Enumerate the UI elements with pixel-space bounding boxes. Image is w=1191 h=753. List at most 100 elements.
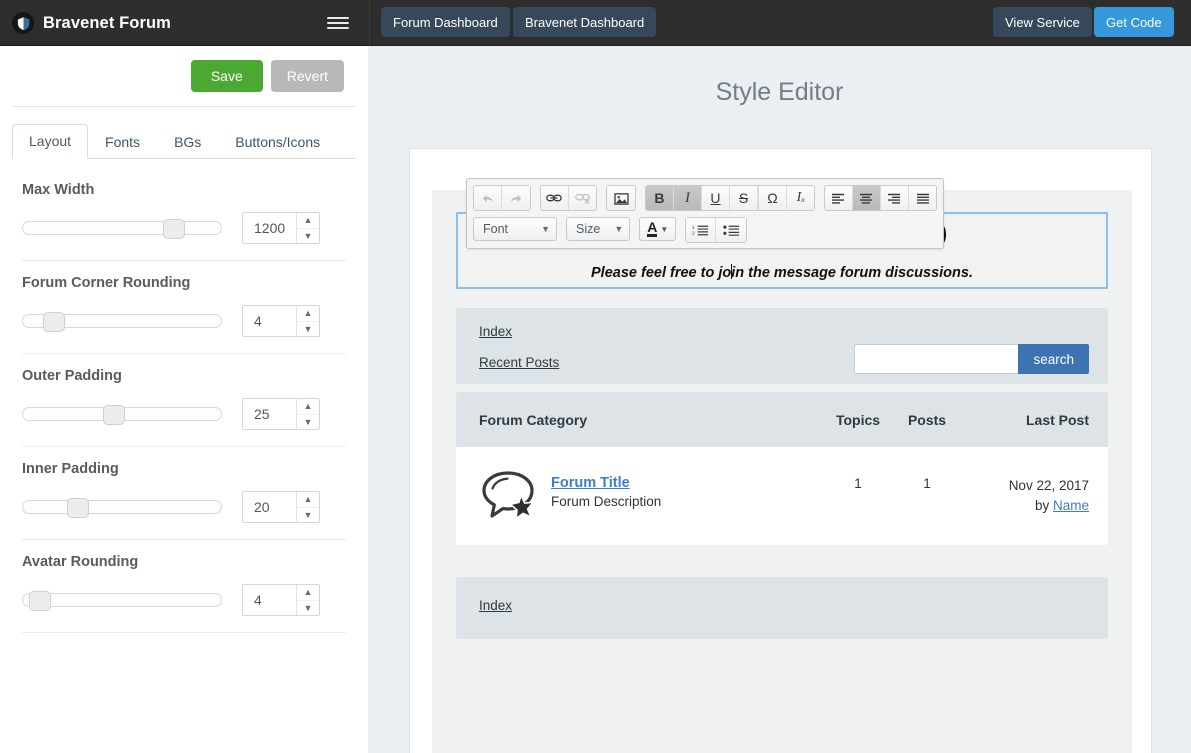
brand: Bravenet Forum: [12, 0, 171, 46]
bravenet-dashboard-button[interactable]: Bravenet Dashboard: [513, 7, 657, 37]
align-center-icon[interactable]: [852, 186, 881, 210]
inner-padding-stepper[interactable]: 20 ▲ ▼: [242, 491, 320, 523]
chevron-down-icon: ▼: [660, 224, 669, 234]
stepper-value[interactable]: 25: [243, 399, 297, 429]
chevron-down-icon[interactable]: ▼: [297, 229, 319, 244]
forum-preview: My Message Forum (click to edit) Please …: [432, 190, 1132, 753]
link-icon[interactable]: [540, 186, 569, 210]
forum-description: Forum Description: [551, 494, 662, 509]
ordered-list-icon[interactable]: 12: [686, 218, 717, 242]
slider-knob[interactable]: [43, 312, 65, 332]
sidebar-action-buttons: Save Revert: [190, 60, 344, 92]
font-select-label: Font: [483, 222, 509, 236]
forum-footer-bar: Index: [456, 577, 1108, 639]
chevron-up-icon[interactable]: ▲: [297, 306, 319, 322]
hamburger-icon[interactable]: [327, 12, 349, 34]
link-group: [539, 185, 598, 211]
view-service-button[interactable]: View Service: [993, 7, 1092, 37]
rich-text-toolbar: B I U S Ω Iₓ Font ▼ Size ▼ A ▼ 1 2: [466, 178, 944, 249]
avatar-rounding-stepper[interactable]: 4 ▲ ▼: [242, 584, 320, 616]
list-group: 12: [685, 217, 748, 243]
get-code-button[interactable]: Get Code: [1094, 7, 1174, 37]
control-inner-padding: Inner Padding 20 ▲ ▼: [22, 447, 346, 540]
tab-bgs[interactable]: BGs: [157, 125, 218, 159]
tab-layout[interactable]: Layout: [12, 124, 89, 159]
slider-knob[interactable]: [103, 405, 125, 425]
redo-arrow-icon[interactable]: [502, 186, 530, 210]
subtitle-text-after-caret: in the message forum discussions.: [731, 265, 973, 281]
save-button[interactable]: Save: [190, 60, 263, 92]
slider-knob[interactable]: [163, 219, 185, 239]
text-color-label: A: [647, 219, 658, 237]
column-last-post: Last Post: [1025, 411, 1089, 428]
avatar-rounding-slider[interactable]: [22, 591, 222, 611]
chevron-down-icon[interactable]: ▼: [297, 601, 319, 616]
font-family-select[interactable]: Font ▼: [473, 217, 557, 241]
stepper-value[interactable]: 4: [243, 585, 297, 615]
underline-button[interactable]: U: [701, 186, 730, 210]
forum-header-subtitle[interactable]: Please feel free to join the message for…: [591, 264, 973, 281]
undo-arrow-icon[interactable]: [474, 186, 502, 210]
forum-corner-rounding-stepper[interactable]: 4 ▲ ▼: [242, 305, 320, 337]
inner-padding-slider[interactable]: [22, 498, 222, 518]
tab-buttons-icons[interactable]: Buttons/Icons: [218, 125, 337, 159]
forum-dashboard-button[interactable]: Forum Dashboard: [381, 7, 510, 37]
chevron-up-icon[interactable]: ▲: [297, 585, 319, 601]
forum-nav-bar: Index Recent Posts search: [456, 308, 1108, 384]
italic-button[interactable]: I: [673, 186, 702, 210]
slider-knob[interactable]: [67, 498, 89, 518]
style-options-sidebar: Save Revert Layout Fonts BGs Buttons/Ico…: [0, 46, 368, 753]
search-button[interactable]: search: [1018, 344, 1089, 374]
last-post-author-link[interactable]: Name: [1053, 498, 1089, 513]
index-link-bottom[interactable]: Index: [479, 598, 512, 613]
remove-format-button[interactable]: Iₓ: [786, 186, 814, 210]
size-select-label: Size: [576, 222, 601, 236]
history-group: [473, 185, 531, 211]
toolbar-row-2: Font ▼ Size ▼ A ▼ 12: [473, 217, 937, 243]
bold-button[interactable]: B: [645, 186, 674, 210]
image-icon[interactable]: [607, 186, 635, 210]
control-max-width: Max Width 1200 ▲ ▼: [22, 168, 346, 261]
recent-posts-link[interactable]: Recent Posts: [479, 355, 559, 370]
chevron-up-icon[interactable]: ▲: [297, 399, 319, 415]
forum-title-link[interactable]: Forum Title: [551, 475, 820, 491]
shield-icon: [12, 12, 34, 34]
outer-padding-stepper[interactable]: 25 ▲ ▼: [242, 398, 320, 430]
font-size-select[interactable]: Size ▼: [566, 217, 631, 241]
stepper-value[interactable]: 1200: [243, 213, 297, 243]
stepper-value[interactable]: 4: [243, 306, 297, 336]
column-posts: Posts: [907, 411, 947, 428]
chevron-down-icon[interactable]: ▼: [297, 508, 319, 523]
revert-button[interactable]: Revert: [270, 60, 344, 92]
index-link-top[interactable]: Index: [479, 324, 512, 339]
search-input[interactable]: [854, 344, 1019, 374]
forum-corner-rounding-slider[interactable]: [22, 312, 222, 332]
unordered-list-icon[interactable]: [716, 218, 747, 242]
control-label: Inner Padding: [22, 461, 119, 477]
chevron-up-icon[interactable]: ▲: [297, 213, 319, 229]
text-color-button[interactable]: A ▼: [639, 217, 677, 241]
slider-knob[interactable]: [29, 591, 51, 611]
chevron-down-icon: ▼: [541, 224, 550, 234]
tab-fonts[interactable]: Fonts: [88, 125, 157, 159]
forum-info: Forum Title Forum Description: [551, 469, 820, 509]
max-width-slider[interactable]: [22, 219, 222, 239]
chevron-up-icon[interactable]: ▲: [297, 492, 319, 508]
align-justify-icon[interactable]: [908, 186, 936, 210]
unlink-icon[interactable]: [568, 186, 597, 210]
topics-count: 1: [854, 476, 862, 491]
align-right-icon[interactable]: [880, 186, 909, 210]
last-post-cell: Nov 22, 2017 by Name: [958, 469, 1108, 516]
special-character-button[interactable]: Ω: [758, 186, 787, 210]
max-width-stepper[interactable]: 1200 ▲ ▼: [242, 212, 320, 244]
chevron-down-icon[interactable]: ▼: [297, 415, 319, 430]
control-outer-padding: Outer Padding 25 ▲ ▼: [22, 354, 346, 447]
layout-controls: Max Width 1200 ▲ ▼ Forum Corner Rounding: [22, 168, 346, 633]
stepper-value[interactable]: 20: [243, 492, 297, 522]
chevron-down-icon: ▼: [614, 224, 624, 234]
chevron-down-icon[interactable]: ▼: [297, 322, 319, 337]
align-left-icon[interactable]: [824, 186, 853, 210]
outer-padding-slider[interactable]: [22, 405, 222, 425]
strikethrough-button[interactable]: S: [729, 186, 758, 210]
by-label: by: [1034, 498, 1053, 513]
